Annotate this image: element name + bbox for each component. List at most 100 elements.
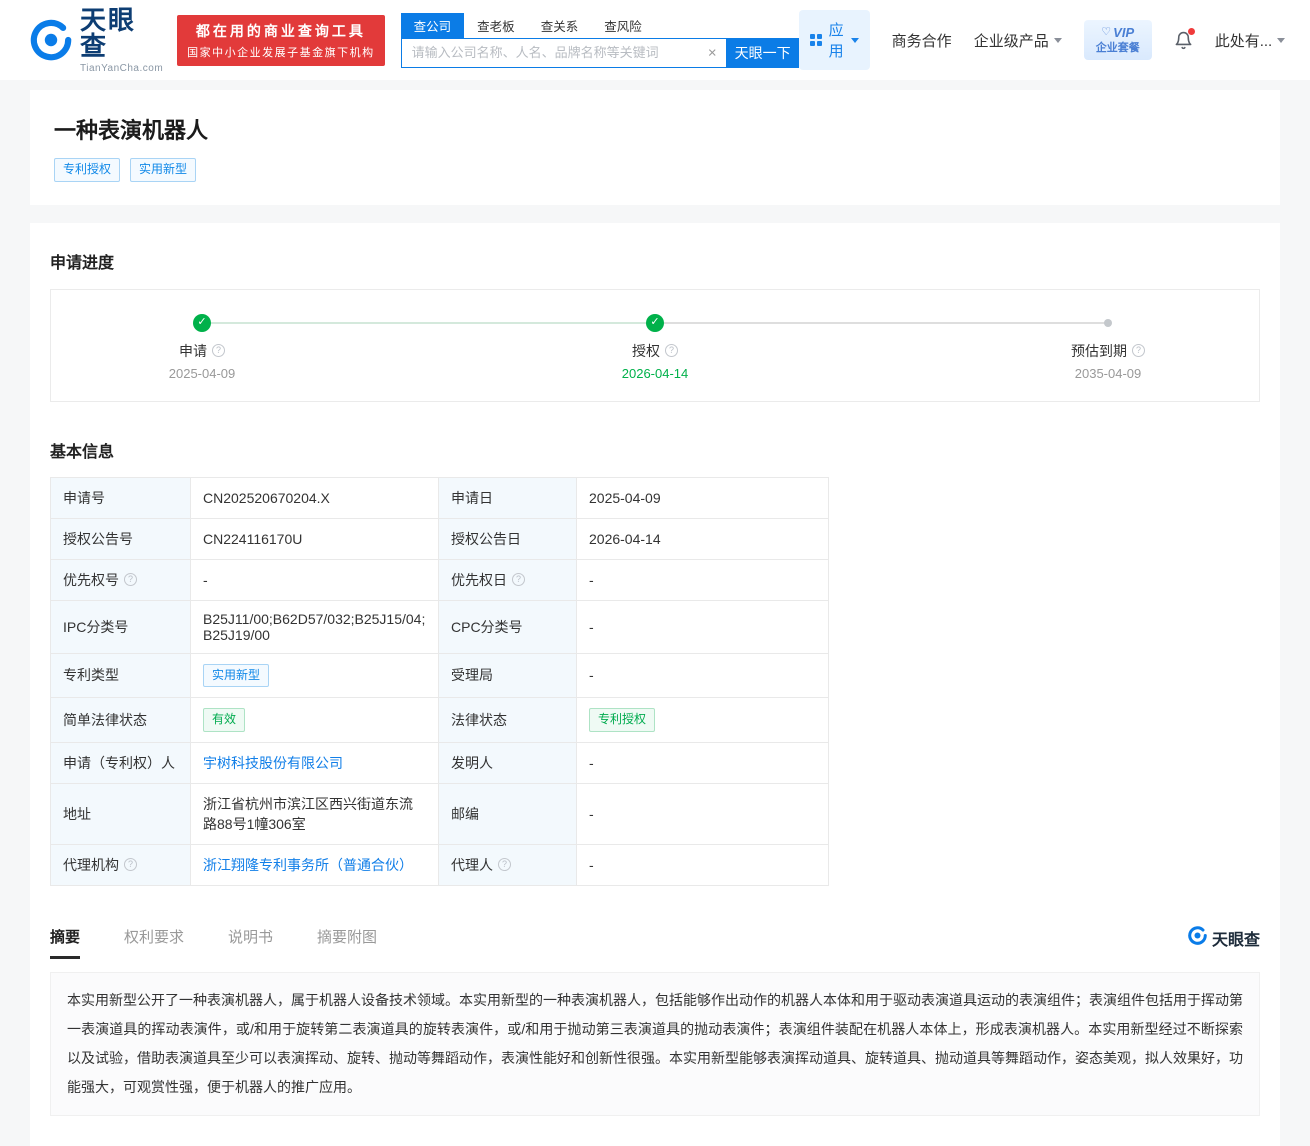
nav-business-cooperation[interactable]: 商务合作 (892, 30, 952, 51)
apps-label: 应用 (829, 19, 844, 61)
search-area: 查公司 查老板 查关系 查风险 × 天眼一下 (401, 13, 799, 68)
field-label-text: 代理人 (451, 855, 493, 875)
field-value: 专利授权 (577, 698, 829, 743)
search-row: × 天眼一下 (401, 38, 799, 68)
step-date: 2026-04-14 (622, 366, 689, 381)
field-value: 浙江省杭州市滨江区西兴街道东流路88号1幢306室 (191, 783, 439, 844)
clear-icon[interactable]: × (708, 45, 717, 60)
field-value: 2026-04-14 (577, 518, 829, 559)
search-tab-relation[interactable]: 查关系 (528, 13, 592, 38)
tianyancha-watermark: 天眼查 (1188, 926, 1260, 950)
field-label: 申请（专利权）人 (51, 742, 191, 783)
patent-title-card: 一种表演机器人 专利授权 实用新型 (30, 90, 1280, 205)
help-icon[interactable]: ? (512, 573, 525, 586)
tianyancha-logo[interactable]: 天眼查 TianYanCha.com (30, 7, 163, 74)
application-progress: ✓ 申请 ? 2025-04-09 ✓ 授权 ? 2026-04-14 (50, 289, 1260, 402)
field-value: - (191, 559, 439, 600)
field-label: 优先权号? (51, 559, 191, 600)
table-row: 优先权号? - 优先权日? - (51, 559, 829, 600)
detail-tabs: 摘要 权利要求 说明书 摘要附图 天眼查 (50, 926, 1260, 959)
notification-dot (1188, 28, 1195, 35)
field-value: 2025-04-09 (577, 477, 829, 518)
field-value: 浙江翔隆专利事务所（普通合伙） (191, 844, 439, 885)
search-tab-boss[interactable]: 查老板 (464, 13, 528, 38)
search-input[interactable] (402, 39, 726, 67)
nav-more-label: 此处有... (1215, 30, 1273, 51)
field-label: CPC分类号 (439, 600, 577, 653)
field-label: 申请日 (439, 477, 577, 518)
field-value: - (577, 653, 829, 698)
table-row: 地址 浙江省杭州市滨江区西兴街道东流路88号1幢306室 邮编 - (51, 783, 829, 844)
field-value: 有效 (191, 698, 439, 743)
search-tab-risk[interactable]: 查风险 (591, 13, 655, 38)
heart-icon: ♡ (1101, 26, 1111, 39)
field-label: 优先权日? (439, 559, 577, 600)
field-label: 地址 (51, 783, 191, 844)
vip-badge[interactable]: ♡ VIP 企业套餐 (1084, 20, 1152, 60)
chevron-down-icon (1277, 38, 1285, 43)
applicant-link[interactable]: 宇树科技股份有限公司 (203, 755, 343, 771)
progress-step-grant: ✓ 授权 ? 2026-04-14 (353, 314, 957, 381)
nav-more[interactable]: 此处有... (1215, 30, 1286, 51)
check-icon: ✓ (646, 314, 664, 332)
section-title-progress: 申请进度 (50, 249, 1260, 273)
nav-enterprise-products[interactable]: 企业级产品 (974, 30, 1062, 51)
field-label: 代理人? (439, 844, 577, 885)
grid-icon (810, 34, 822, 46)
progress-step-application: ✓ 申请 ? 2025-04-09 (51, 314, 353, 381)
field-label: IPC分类号 (51, 600, 191, 653)
field-value: - (577, 844, 829, 885)
field-value: - (577, 783, 829, 844)
table-row: 申请（专利权）人 宇树科技股份有限公司 发明人 - (51, 742, 829, 783)
agency-link[interactable]: 浙江翔隆专利事务所（普通合伙） (203, 857, 413, 873)
page-title: 一种表演机器人 (54, 113, 1256, 145)
table-row: 专利类型 实用新型 受理局 - (51, 653, 829, 698)
table-row: 授权公告号 CN224116170U 授权公告日 2026-04-14 (51, 518, 829, 559)
promo-badge: 都在用的商业查询工具 国家中小企业发展子基金旗下机构 (177, 15, 385, 66)
field-value: 实用新型 (191, 653, 439, 698)
field-value: CN224116170U (191, 518, 439, 559)
field-label: 受理局 (439, 653, 577, 698)
help-icon[interactable]: ? (124, 573, 137, 586)
nav-enterprise-products-label: 企业级产品 (974, 30, 1049, 51)
check-icon: ✓ (193, 314, 211, 332)
abstract-text: 本实用新型公开了一种表演机器人，属于机器人设备技术领域。本实用新型的一种表演机器… (50, 972, 1260, 1116)
tab-abstract[interactable]: 摘要 (50, 926, 80, 959)
help-icon[interactable]: ? (665, 344, 678, 357)
legal-status-tag: 专利授权 (589, 708, 655, 732)
field-label: 简单法律状态 (51, 698, 191, 743)
help-icon[interactable]: ? (212, 344, 225, 357)
chevron-down-icon (1054, 38, 1062, 43)
field-value: - (577, 600, 829, 653)
help-icon[interactable]: ? (124, 858, 137, 871)
field-label: 发明人 (439, 742, 577, 783)
help-icon[interactable]: ? (1132, 344, 1145, 357)
search-button[interactable]: 天眼一下 (727, 38, 799, 68)
logo-domain: TianYanCha.com (80, 63, 163, 74)
page-content: 一种表演机器人 专利授权 实用新型 申请进度 ✓ 申请 ? 2025-04-09 (30, 90, 1280, 1146)
apps-button[interactable]: 应用 (799, 10, 870, 70)
field-value: - (577, 742, 829, 783)
patent-detail-card: 申请进度 ✓ 申请 ? 2025-04-09 ✓ 授权 ? (30, 223, 1280, 1146)
field-label: 专利类型 (51, 653, 191, 698)
tianyancha-watermark-icon (1188, 926, 1207, 950)
pending-dot-icon (1104, 319, 1112, 327)
step-label: 授权 (632, 341, 660, 361)
patent-type-tag: 实用新型 (203, 664, 269, 688)
tab-description[interactable]: 说明书 (228, 926, 273, 956)
field-label: 授权公告日 (439, 518, 577, 559)
search-input-wrap: × (401, 38, 727, 68)
field-label-text: 优先权日 (451, 570, 507, 590)
step-date: 2035-04-09 (1075, 366, 1142, 381)
table-row: 申请号 CN202520670204.X 申请日 2025-04-09 (51, 477, 829, 518)
watermark-text: 天眼查 (1212, 926, 1260, 950)
field-label: 法律状态 (439, 698, 577, 743)
tab-claims[interactable]: 权利要求 (124, 926, 184, 956)
vip-sub-label: 企业套餐 (1096, 42, 1140, 55)
tab-abstract-figure[interactable]: 摘要附图 (317, 926, 377, 956)
notification-bell-icon[interactable] (1174, 30, 1193, 51)
help-icon[interactable]: ? (498, 858, 511, 871)
basic-info-table: 申请号 CN202520670204.X 申请日 2025-04-09 授权公告… (50, 477, 829, 886)
search-tab-company[interactable]: 查公司 (401, 13, 465, 38)
header-nav: 应用 商务合作 企业级产品 ♡ VIP 企业套餐 此处有... (799, 10, 1286, 70)
